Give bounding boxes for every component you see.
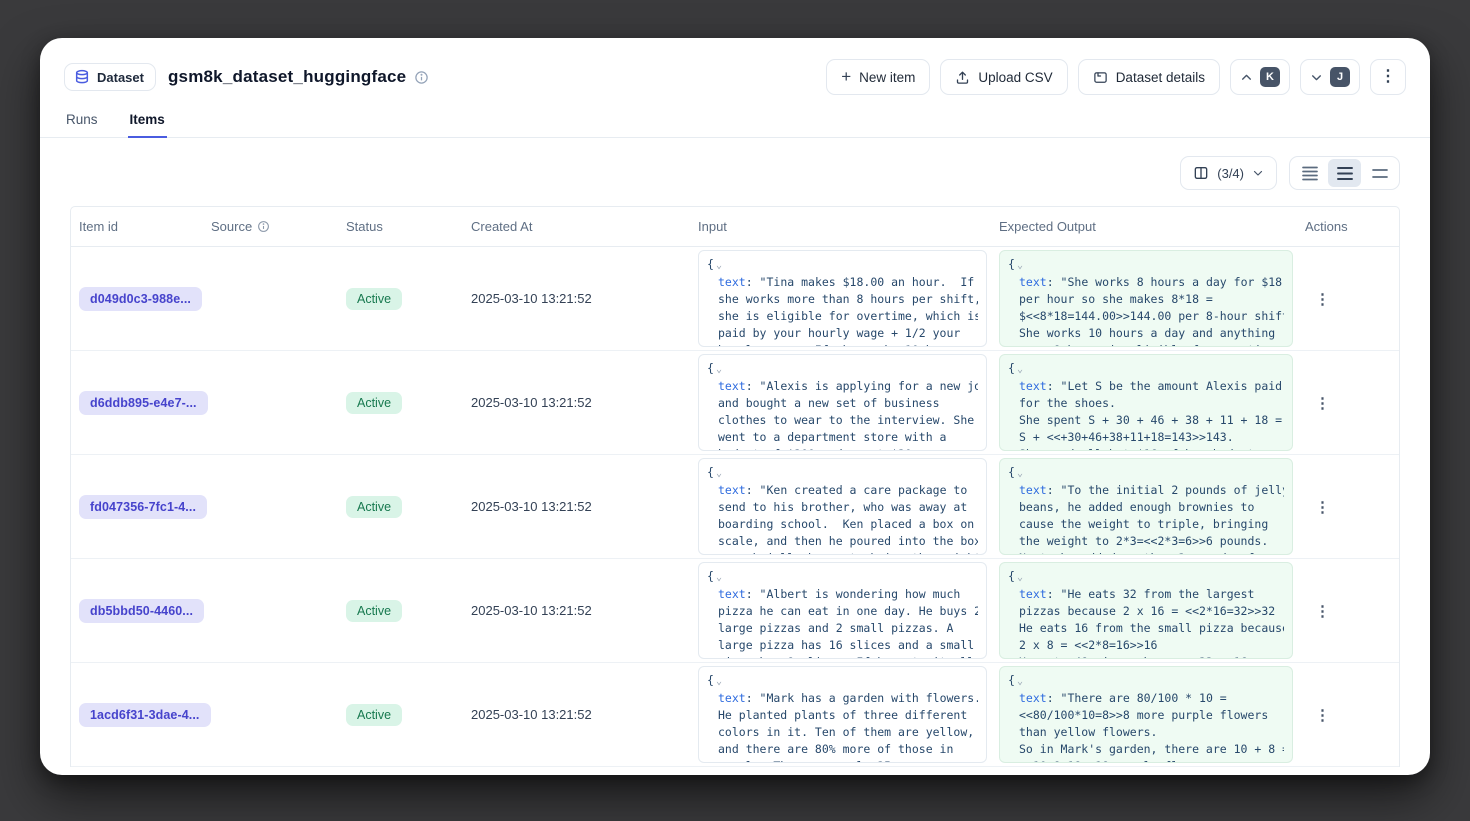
columns-icon: [1193, 165, 1209, 181]
new-item-button[interactable]: + New item: [826, 59, 930, 95]
created-at-value: 2025-03-10 13:21:52: [463, 603, 690, 618]
chevron-up-icon: [1240, 71, 1253, 84]
status-badge: Active: [346, 600, 402, 622]
table-controls: (3/4): [70, 156, 1400, 190]
dataset-badge-label: Dataset: [97, 70, 144, 85]
table-row[interactable]: d049d0c3-988e... Active 2025-03-10 13:21…: [71, 247, 1399, 351]
chevron-down-icon: [1310, 71, 1323, 84]
table-row[interactable]: db5bbd50-4460... Active 2025-03-10 13:21…: [71, 559, 1399, 663]
column-header-source[interactable]: Source: [203, 219, 338, 234]
expected-output-json-preview[interactable]: {⌄text: "To the initial 2 pounds of jell…: [999, 458, 1293, 555]
database-icon: [74, 69, 90, 85]
upload-icon: [955, 70, 970, 85]
plus-icon: +: [841, 68, 851, 85]
info-icon[interactable]: [414, 70, 429, 85]
row-actions-kebab-icon[interactable]: ⋮: [1297, 602, 1399, 620]
table-body: d049d0c3-988e... Active 2025-03-10 13:21…: [71, 247, 1399, 767]
expected-output-json-preview[interactable]: {⌄text: "There are 80/100 * 10 =<<80/100…: [999, 666, 1293, 763]
dataset-type-badge: Dataset: [64, 63, 156, 91]
kebab-icon: ⋮: [1380, 69, 1396, 85]
upload-csv-button[interactable]: Upload CSV: [940, 59, 1067, 95]
table-row[interactable]: 1acd6f31-3dae-4... Active 2025-03-10 13:…: [71, 663, 1399, 767]
more-actions-button[interactable]: ⋮: [1370, 59, 1406, 95]
created-at-value: 2025-03-10 13:21:52: [463, 395, 690, 410]
row-actions-kebab-icon[interactable]: ⋮: [1297, 290, 1399, 308]
status-badge: Active: [346, 288, 402, 310]
column-header-item-id[interactable]: Item id: [71, 219, 203, 234]
info-icon: [257, 220, 270, 233]
input-json-preview[interactable]: {⌄text: "Tina makes $18.00 an hour. Ifsh…: [698, 250, 987, 347]
column-header-expected-output[interactable]: Expected Output: [991, 219, 1297, 234]
row-actions-kebab-icon[interactable]: ⋮: [1297, 394, 1399, 412]
item-id-pill[interactable]: db5bbd50-4460...: [79, 599, 204, 623]
tabs-bar: Runs Items: [40, 108, 1430, 138]
item-id-pill[interactable]: fd047356-7fc1-4...: [79, 495, 207, 519]
previous-item-button[interactable]: K: [1230, 59, 1290, 95]
items-table: Item id Source Status Created At Input E…: [70, 206, 1400, 767]
column-header-status[interactable]: Status: [338, 219, 463, 234]
shortcut-key-badge: J: [1330, 67, 1350, 87]
folder-icon: [1093, 70, 1108, 85]
desktop-background: { "header": { "badge_label": "Dataset", …: [0, 0, 1470, 821]
columns-count-label: (3/4): [1217, 166, 1244, 181]
input-json-preview[interactable]: {⌄text: "Albert is wondering how muchpiz…: [698, 562, 987, 659]
row-height-toggle: [1289, 156, 1400, 190]
column-header-actions: Actions: [1297, 219, 1399, 234]
header-actions: + New item Upload CSV Dataset details: [826, 59, 1406, 95]
item-id-pill[interactable]: d049d0c3-988e...: [79, 287, 202, 311]
status-badge: Active: [346, 392, 402, 414]
rows-large-icon[interactable]: [1363, 159, 1396, 187]
page-header: Dataset gsm8k_dataset_huggingface + New …: [64, 54, 1406, 100]
expected-output-json-preview[interactable]: {⌄text: "She works 8 hours a day for $18…: [999, 250, 1293, 347]
created-at-value: 2025-03-10 13:21:52: [463, 499, 690, 514]
next-item-button[interactable]: J: [1300, 59, 1360, 95]
created-at-value: 2025-03-10 13:21:52: [463, 291, 690, 306]
expected-output-json-preview[interactable]: {⌄text: "Let S be the amount Alexis paid…: [999, 354, 1293, 451]
column-header-input[interactable]: Input: [690, 219, 991, 234]
rows-compact-icon[interactable]: [1293, 159, 1326, 187]
status-badge: Active: [346, 496, 402, 518]
tab-runs[interactable]: Runs: [64, 108, 100, 138]
shortcut-key-badge: K: [1260, 67, 1280, 87]
row-actions-kebab-icon[interactable]: ⋮: [1297, 498, 1399, 516]
table-row[interactable]: d6ddb895-e4e7-... Active 2025-03-10 13:2…: [71, 351, 1399, 455]
columns-selector-button[interactable]: (3/4): [1180, 156, 1277, 190]
item-id-pill[interactable]: 1acd6f31-3dae-4...: [79, 703, 211, 727]
dataset-page-card: Dataset gsm8k_dataset_huggingface + New …: [40, 38, 1430, 775]
input-json-preview[interactable]: {⌄text: "Ken created a care package tose…: [698, 458, 987, 555]
item-id-pill[interactable]: d6ddb895-e4e7-...: [79, 391, 208, 415]
chevron-down-icon: [1252, 167, 1264, 179]
dataset-details-button[interactable]: Dataset details: [1078, 59, 1220, 95]
created-at-value: 2025-03-10 13:21:52: [463, 707, 690, 722]
input-json-preview[interactable]: {⌄text: "Alexis is applying for a new jo…: [698, 354, 987, 451]
expected-output-json-preview[interactable]: {⌄text: "He eats 32 from the largestpizz…: [999, 562, 1293, 659]
input-json-preview[interactable]: {⌄text: "Mark has a garden with flowers.…: [698, 666, 987, 763]
table-row[interactable]: fd047356-7fc1-4... Active 2025-03-10 13:…: [71, 455, 1399, 559]
column-header-created-at[interactable]: Created At: [463, 219, 690, 234]
tab-items[interactable]: Items: [128, 108, 167, 138]
page-title: gsm8k_dataset_huggingface: [168, 67, 406, 87]
status-badge: Active: [346, 704, 402, 726]
row-actions-kebab-icon[interactable]: ⋮: [1297, 706, 1399, 724]
table-header-row: Item id Source Status Created At Input E…: [71, 207, 1399, 247]
rows-medium-icon[interactable]: [1328, 159, 1361, 187]
